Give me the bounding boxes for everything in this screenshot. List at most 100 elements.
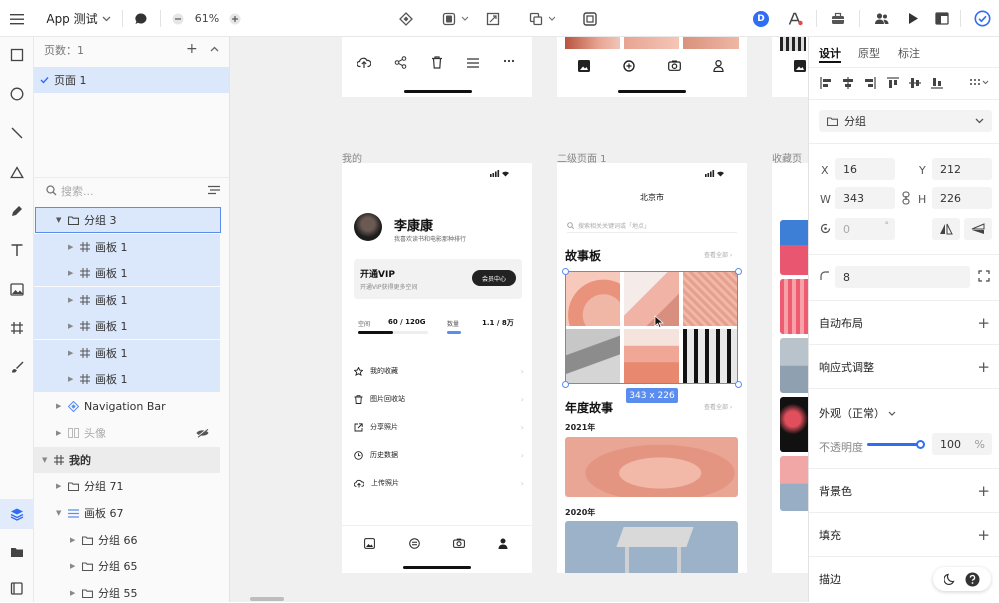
layers-icon[interactable] [0, 499, 34, 529]
chevron-up-icon[interactable] [210, 46, 219, 52]
layer-row[interactable]: ▼ 分组 3 [35, 207, 221, 233]
add-responsive-icon[interactable]: + [977, 358, 990, 376]
avatar[interactable]: D [752, 0, 770, 37]
layer-search[interactable]: 搜索... [34, 177, 229, 203]
selection-box[interactable] [565, 271, 738, 384]
add-fill-icon[interactable]: + [977, 526, 990, 544]
artboard-top-left[interactable] [342, 37, 532, 97]
distribute-icon[interactable] [969, 77, 989, 89]
rectangle-tool-icon[interactable] [0, 40, 34, 70]
artboard-top-middle[interactable] [557, 37, 747, 97]
opacity-slider-thumb[interactable] [916, 440, 925, 449]
zoom-in-icon[interactable] [228, 0, 242, 37]
play-icon[interactable] [904, 0, 922, 37]
artboard-tool-icon[interactable] [0, 313, 34, 343]
zoom-level[interactable]: 61% [192, 0, 222, 37]
layer-row[interactable]: ▼ 我的 [34, 447, 220, 473]
check-circle-icon[interactable] [972, 0, 992, 37]
moon-icon[interactable] [943, 573, 956, 585]
align-center-v-icon[interactable] [909, 77, 921, 89]
radius-input[interactable]: 8 [835, 266, 970, 288]
align-center-h-icon[interactable] [842, 77, 854, 89]
add-background-icon[interactable]: + [977, 482, 990, 500]
align-right-icon[interactable] [864, 77, 876, 89]
align-bottom-icon[interactable] [931, 77, 943, 89]
add-page-icon[interactable]: + [186, 41, 198, 57]
zoom-out-icon[interactable] [171, 0, 185, 37]
app-name[interactable]: App 测试 [46, 0, 98, 37]
y-input[interactable]: 212 [932, 158, 992, 180]
layer-row[interactable]: ▶ 画板 1 [34, 260, 220, 286]
help-icon[interactable] [965, 572, 980, 587]
layer-row[interactable]: ▶ 画板 1 [34, 313, 220, 339]
h-input[interactable]: 226 [932, 187, 992, 209]
pen-tool-icon[interactable] [0, 196, 34, 226]
rotation-input[interactable]: 0 ° [835, 218, 895, 240]
independent-corners-icon[interactable] [978, 270, 990, 282]
chevron-down-icon[interactable] [546, 0, 558, 37]
layer-type-select[interactable]: 分组 [819, 110, 992, 132]
collection-artboard[interactable] [772, 163, 808, 573]
text-tool-icon[interactable] [0, 235, 34, 265]
frame-icon[interactable] [581, 0, 599, 37]
x-input[interactable]: 16 [835, 158, 895, 180]
layer-row[interactable]: ▶ 分组 65 [34, 553, 229, 579]
add-auto-layout-icon[interactable]: + [977, 314, 990, 332]
artboard-top-right[interactable] [772, 37, 808, 97]
layout-icon[interactable] [933, 0, 951, 37]
resize-handle[interactable] [562, 381, 569, 388]
responsive-section[interactable]: 响应式调整 + [809, 344, 999, 388]
layer-row[interactable]: ▼ 画板 67 [34, 500, 229, 526]
search-input[interactable]: 搜索... [61, 183, 94, 199]
crop-icon[interactable] [484, 0, 502, 37]
tab-annotation[interactable]: 标注 [898, 45, 920, 61]
fill-section[interactable]: 填充 + [809, 512, 999, 556]
flip-horizontal-button[interactable] [932, 218, 960, 240]
layer-row[interactable]: ▶ 分组 71 [34, 473, 229, 499]
layer-row[interactable]: ▶ 分组 66 [34, 527, 229, 553]
w-input[interactable]: 343 [835, 187, 895, 209]
resize-handle[interactable] [735, 381, 742, 388]
ellipse-tool-icon[interactable] [0, 79, 34, 109]
align-top-icon[interactable] [887, 77, 899, 89]
tab-design[interactable]: 设计 [819, 45, 841, 61]
profile-artboard[interactable]: 李康康 我喜欢读书和电影那种排行 开通VIP 开通VIP获得更多空间 会员中心 … [342, 163, 532, 573]
chevron-down-icon[interactable] [100, 0, 112, 37]
layer-row[interactable]: ▶ 画板 1 [34, 234, 220, 260]
line-tool-icon[interactable] [0, 118, 34, 148]
font-icon[interactable] [786, 0, 804, 37]
team-icon[interactable] [873, 0, 891, 37]
comment-icon[interactable] [133, 0, 149, 37]
auto-layout-section[interactable]: 自动布局 + [809, 300, 999, 344]
resize-handle[interactable] [562, 268, 569, 275]
image-tool-icon[interactable] [0, 274, 34, 304]
layer-row[interactable]: ▶ Navigation Bar [34, 393, 229, 419]
mask-icon[interactable] [440, 0, 458, 37]
book-icon[interactable] [0, 573, 34, 603]
background-section[interactable]: 背景色 + [809, 468, 999, 512]
brush-tool-icon[interactable] [0, 352, 34, 382]
opacity-slider[interactable] [867, 440, 925, 449]
layer-row[interactable]: ▶ 画板 1 [34, 287, 220, 313]
resize-handle[interactable] [735, 268, 742, 275]
layer-row[interactable]: ▶ 画板 1 [34, 366, 220, 392]
folder-icon[interactable] [0, 537, 34, 567]
toolbox-icon[interactable] [829, 0, 847, 37]
tab-prototype[interactable]: 原型 [858, 45, 880, 61]
canvas[interactable]: 我的 二级页面 1 收藏页 李康康 我喜欢读书和电影那种排行 开通VIP 开通V… [230, 37, 808, 602]
component-icon[interactable] [397, 0, 415, 37]
boolean-icon[interactable] [527, 0, 545, 37]
horizontal-scrollbar[interactable] [250, 597, 284, 601]
triangle-tool-icon[interactable] [0, 157, 34, 187]
eye-off-icon[interactable] [196, 428, 209, 438]
flip-vertical-button[interactable] [964, 218, 992, 240]
page-item[interactable]: 页面 1 [34, 67, 229, 93]
link-icon[interactable] [902, 191, 910, 205]
opacity-input[interactable]: 100 % [932, 433, 992, 455]
menu-icon[interactable] [8, 0, 26, 37]
layer-row[interactable]: ▶ 画板 1 [34, 340, 220, 366]
align-left-icon[interactable] [820, 77, 832, 89]
chevron-down-icon[interactable] [459, 0, 471, 37]
appearance-dropdown[interactable]: 外观（正常） [819, 405, 896, 421]
layer-row[interactable]: ▶ 分组 55 [34, 580, 229, 602]
